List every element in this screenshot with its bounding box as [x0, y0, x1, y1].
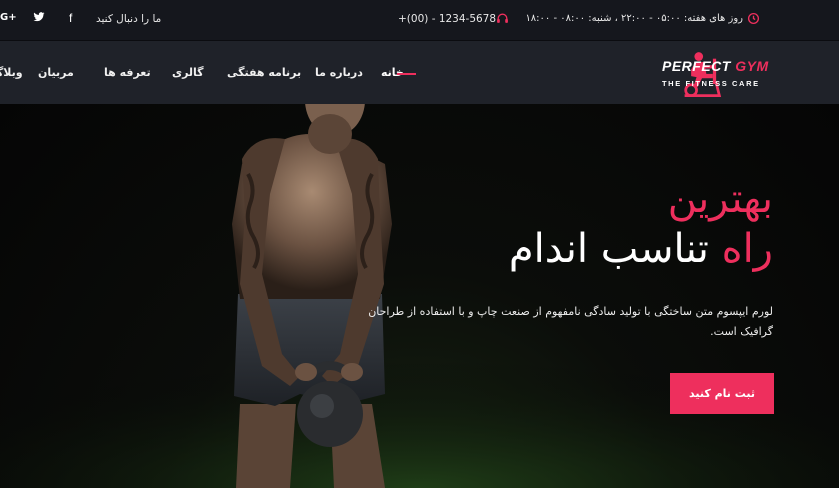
athlete-kettlebell-image	[0, 104, 839, 488]
top-bar: G+ f ما را دنبال کنید +(00) - 1234-5678 …	[0, 0, 839, 40]
nav-item-about[interactable]: درباره ما	[315, 66, 363, 79]
clock-icon	[747, 12, 760, 25]
nav-item-trainers[interactable]: مربیان	[38, 66, 74, 79]
google-plus-icon[interactable]: G+	[0, 12, 17, 23]
brand-name[interactable]: PERFECT GYM	[662, 58, 769, 74]
facebook-icon[interactable]: f	[69, 11, 72, 25]
opening-hours: روز های هفته: ۰۵:۰۰ - ۲۲:۰۰ ، شنبه: ۰۸:۰…	[525, 13, 743, 24]
hero-section: بهترین راه تناسب اندام لورم ایپسوم متن س…	[0, 104, 839, 488]
register-button[interactable]: ثبت نام کنید	[670, 373, 774, 414]
nav-item-schedule[interactable]: برنامه هفتگی	[227, 66, 301, 79]
nav-active-indicator	[397, 73, 416, 75]
twitter-icon[interactable]	[33, 11, 45, 23]
headset-icon	[497, 13, 508, 23]
brand-tagline: THE FITNESS CARE	[662, 79, 760, 88]
phone-number: +(00) - 1234-5678	[398, 13, 497, 25]
hero-description: لورم ایپسوم متن ساختگی با تولید سادگی نا…	[368, 305, 773, 338]
follow-us-label: ما را دنبال کنید	[96, 13, 162, 25]
nav-item-pricing[interactable]: تعرفه ها	[104, 66, 151, 79]
nav-item-blog[interactable]: وبلاگ	[0, 66, 23, 79]
nav-item-gallery[interactable]: گالری	[172, 66, 204, 79]
hero-headline-line2: راه تناسب اندام	[508, 226, 773, 272]
hero-headline-line1: بهترین	[667, 176, 773, 222]
